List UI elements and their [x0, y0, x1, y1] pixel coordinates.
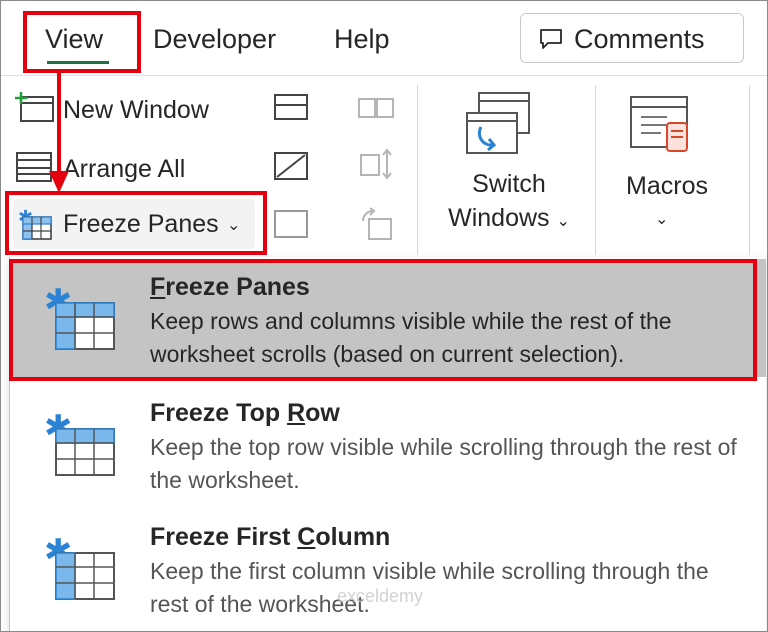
menu-item-title: Freeze First Column	[150, 523, 391, 551]
freeze-first-column-icon: ✱	[44, 533, 115, 600]
unhide-window-icon[interactable]	[273, 209, 309, 239]
tab-bar-divider	[1, 75, 767, 76]
freeze-top-row-icon: ✱	[44, 409, 115, 476]
watermark-text: exceldemy	[337, 586, 424, 606]
annotation-box-view-tab	[23, 11, 141, 73]
split-icon[interactable]	[273, 93, 309, 121]
switch-windows-label-2: Windows ⌄	[448, 204, 570, 232]
annotation-box-freeze-panes-item	[9, 259, 757, 381]
hide-window-icon[interactable]	[273, 151, 309, 181]
tab-help[interactable]: Help	[334, 19, 390, 59]
annotation-box-freeze-button	[5, 191, 267, 255]
group-divider	[749, 85, 750, 255]
menu-item-freeze-first-column[interactable]: ✱ Freeze First Column Keep the first col…	[10, 509, 766, 627]
menu-item-description: Keep the top row visible while scrolling…	[150, 434, 737, 493]
switch-windows-button[interactable]: Switch Windows ⌄	[439, 167, 579, 239]
menu-item-freeze-top-row[interactable]: ✱ Freeze Top Row Keep the top row visibl…	[10, 385, 766, 503]
excel-ribbon-screenshot: View Developer Help Comments New Window …	[0, 0, 768, 632]
annotation-arrow	[49, 71, 69, 193]
macros-icon[interactable]	[627, 93, 699, 159]
group-divider	[595, 85, 596, 255]
comment-icon	[540, 29, 562, 49]
comments-label: Comments	[574, 24, 705, 54]
switch-windows-icon[interactable]	[463, 89, 535, 161]
reset-window-position-icon[interactable]	[357, 207, 397, 241]
menu-item-description: Keep the first column visible while scro…	[150, 558, 709, 617]
chevron-down-icon: ⌄	[655, 211, 669, 228]
new-window-button[interactable]: New Window	[63, 93, 209, 127]
synchronous-scrolling-icon[interactable]	[357, 147, 397, 181]
switch-windows-label-1: Switch	[472, 170, 546, 198]
macros-button[interactable]: Macros	[607, 169, 727, 203]
view-side-by-side-icon[interactable]	[357, 95, 397, 119]
chevron-down-icon: ⌄	[556, 213, 570, 230]
comments-button[interactable]: Comments	[520, 13, 744, 63]
menu-item-title: Freeze Top Row	[150, 399, 340, 427]
tab-developer[interactable]: Developer	[153, 19, 276, 59]
group-divider	[417, 85, 418, 255]
arrange-all-button[interactable]: Arrange All	[63, 152, 185, 186]
